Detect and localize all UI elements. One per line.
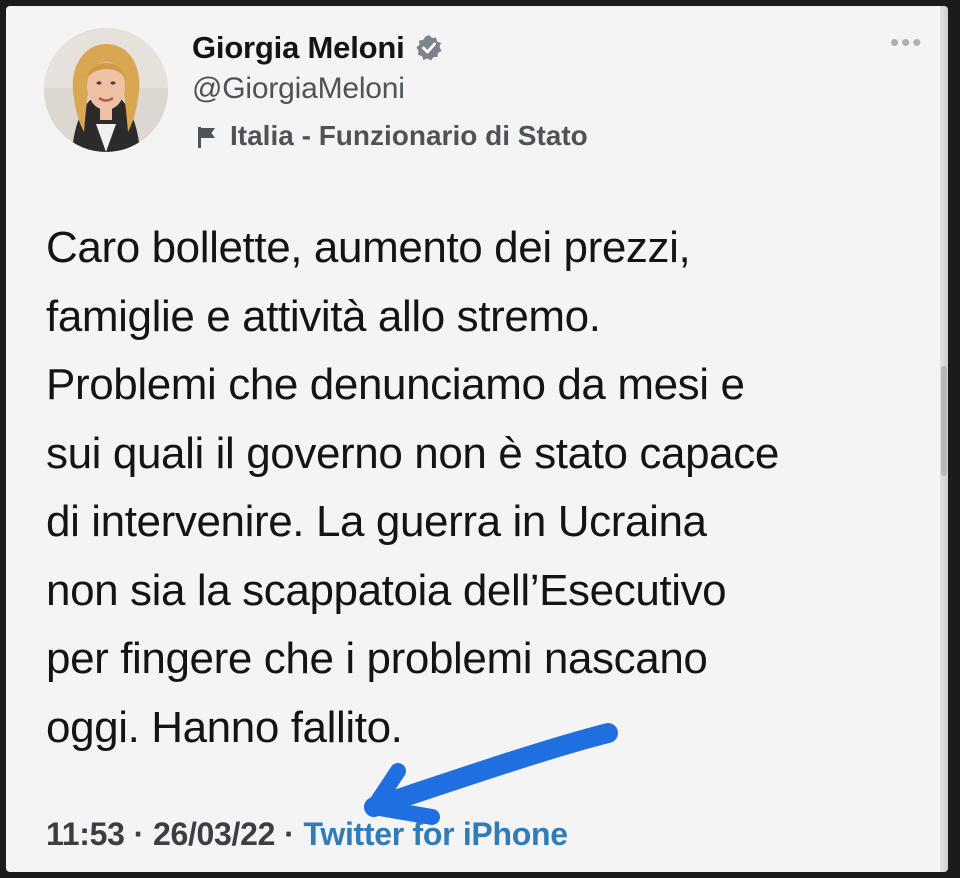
meta-separator: · xyxy=(133,816,145,852)
more-options-icon[interactable]: ••• xyxy=(890,29,923,55)
tweet-source-link[interactable]: Twitter for iPhone xyxy=(303,816,568,853)
author-handle[interactable]: @GiorgiaMeloni xyxy=(192,72,405,106)
author-display-name[interactable]: Giorgia Meloni xyxy=(192,30,405,66)
profile-photo-icon xyxy=(44,28,168,152)
account-label-text: Italia - Funzionario di Stato xyxy=(230,120,588,151)
tweet-text: Caro bollette, aumento dei prezzi, famig… xyxy=(46,223,779,752)
tweet-time[interactable]: 11:53 xyxy=(46,816,125,853)
tweet-meta: 11:53 · 26/03/22 · Twitter for iPhone xyxy=(46,816,568,853)
meta-separator: · xyxy=(284,816,295,852)
account-label: Italia - Funzionario di Stato xyxy=(196,120,588,152)
scrollbar-track[interactable] xyxy=(940,6,948,872)
avatar[interactable] xyxy=(44,28,168,152)
scrollbar-thumb[interactable] xyxy=(941,366,947,476)
tweet-date[interactable]: 26/03/22 xyxy=(153,816,275,853)
tweet-card: Giorgia Meloni @GiorgiaMeloni Italia - F… xyxy=(6,6,948,872)
flag-icon xyxy=(196,124,218,148)
author-name-row: Giorgia Meloni xyxy=(192,28,443,68)
verified-badge-icon xyxy=(415,34,443,62)
